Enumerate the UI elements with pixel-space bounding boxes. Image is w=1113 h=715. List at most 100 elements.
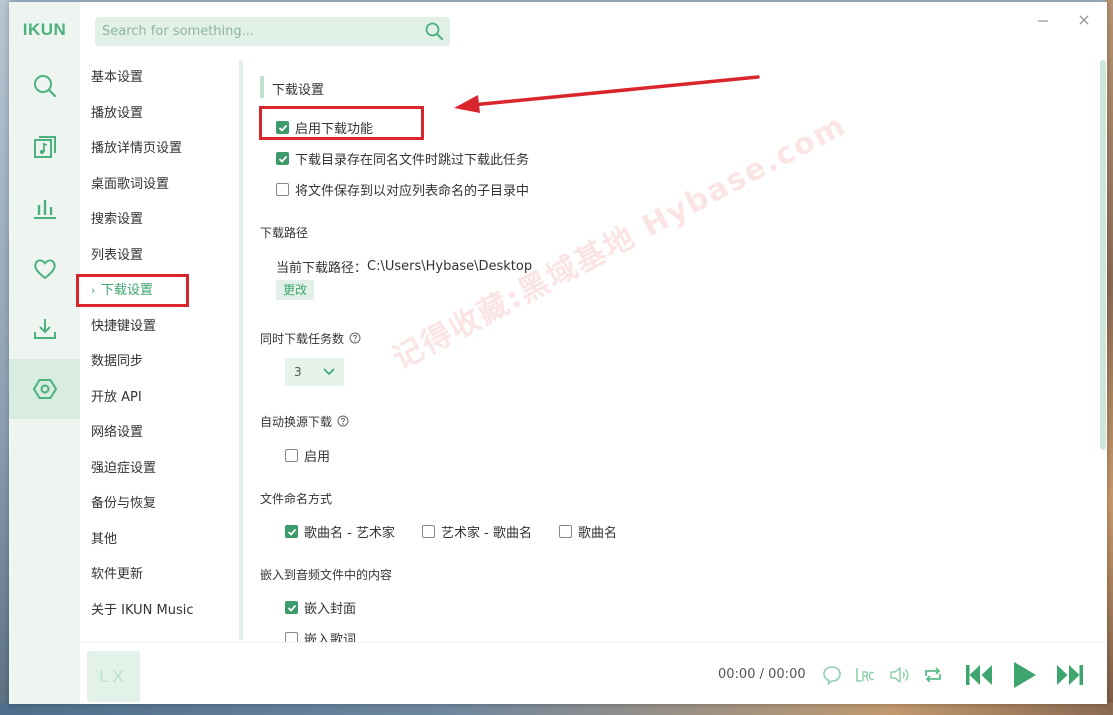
nav-item-desktop-lyrics[interactable]: 桌面歌词设置	[80, 170, 240, 200]
naming-option-song[interactable]: 歌曲名	[559, 522, 617, 541]
section-accent-bar	[260, 76, 264, 98]
nav-item-play-detail[interactable]: 播放详情页设置	[80, 134, 240, 164]
next-button[interactable]	[1055, 661, 1085, 689]
settings-content: 下载设置 启用下载功能 下载目录存在同名文件时跳过下载此任务 将文件保存到以对应…	[254, 60, 1099, 642]
section-title: 下载设置	[272, 83, 325, 98]
nav-item-sync[interactable]: 数据同步	[80, 347, 240, 377]
play-button[interactable]	[1009, 659, 1039, 691]
close-button[interactable]	[1076, 12, 1092, 28]
checkbox-label: 启用	[304, 450, 331, 465]
nav-item-backup[interactable]: 备份与恢复	[80, 489, 240, 519]
nav-item-search[interactable]: 搜索设置	[80, 205, 240, 235]
nav-scrollbar[interactable]	[239, 60, 243, 640]
app-logo: IKUN	[22, 20, 67, 39]
music-library-icon	[33, 136, 56, 158]
repeat-icon	[925, 667, 941, 683]
highlight-nav-download	[76, 274, 189, 307]
close-icon	[1079, 15, 1089, 25]
volume-button[interactable]	[888, 664, 910, 686]
concurrent-tasks-label: 同时下载任务数	[260, 332, 345, 346]
checkbox-unchecked	[276, 183, 289, 196]
player-bar: LX 00:00 / 00:00	[9, 642, 1107, 704]
current-path: 当前下载路径： C:\Users\Hybase\Desktop	[276, 257, 532, 276]
embed-title: 嵌入到音频文件中的内容	[260, 568, 393, 582]
total-time: 00:00	[768, 667, 806, 682]
lyrics-icon	[856, 668, 875, 682]
settings-icon	[32, 379, 57, 399]
nav-item-ocd[interactable]: 强迫症设置	[80, 454, 240, 484]
checkbox-unchecked	[422, 525, 435, 538]
skip-previous-icon	[966, 665, 992, 685]
nav-item-open-api[interactable]: 开放 API	[80, 383, 240, 413]
checkbox-unchecked	[559, 525, 572, 538]
icon-rail: IKUN	[9, 2, 80, 704]
previous-button[interactable]	[964, 661, 994, 689]
checkbox-unchecked	[285, 449, 298, 462]
help-icon[interactable]	[349, 332, 361, 344]
rail-favorites-button[interactable]	[9, 239, 80, 299]
nav-item-list[interactable]: 列表设置	[80, 241, 240, 271]
current-time: 00:00	[718, 667, 756, 682]
search-input[interactable]	[95, 17, 415, 46]
comment-button[interactable]	[821, 664, 843, 686]
download-path-title: 下载路径	[260, 226, 309, 240]
nav-item-network[interactable]: 网络设置	[80, 418, 240, 448]
checkbox-checked	[285, 525, 298, 538]
nav-item-other[interactable]: 其他	[80, 525, 240, 555]
skip-next-icon	[1057, 665, 1083, 685]
nav-item-update[interactable]: 软件更新	[80, 560, 240, 590]
minimize-button[interactable]	[1035, 12, 1051, 28]
nav-item-about[interactable]: 关于 IKUN Music	[80, 596, 240, 626]
rail-download-button[interactable]	[9, 299, 80, 359]
rail-library-button[interactable]	[9, 117, 80, 177]
embed-lyrics-checkbox[interactable]: 嵌入歌词	[285, 629, 356, 642]
rail-leaderboard-button[interactable]	[9, 178, 80, 238]
heart-icon	[33, 259, 56, 279]
minimize-icon	[1038, 20, 1048, 22]
select-value: 3	[294, 365, 302, 379]
skip-existing-checkbox[interactable]: 下载目录存在同名文件时跳过下载此任务	[276, 149, 529, 168]
concurrent-tasks-select[interactable]: 3	[285, 358, 344, 386]
auto-switch-checkbox[interactable]: 启用	[285, 446, 330, 465]
chevron-down-icon	[323, 368, 335, 376]
checkbox-checked	[285, 601, 298, 614]
time-separator: /	[759, 667, 764, 682]
search-icon	[33, 75, 56, 98]
annotation-arrow-icon	[454, 75, 760, 113]
nav-item-playback[interactable]: 播放设置	[80, 99, 240, 129]
checkbox-label: 歌曲名	[578, 526, 618, 541]
settings-nav: 基本设置 播放设置 播放详情页设置 桌面歌词设置 搜索设置 列表设置 › 下载设置…	[80, 59, 240, 641]
embed-cover-checkbox[interactable]: 嵌入封面	[285, 598, 356, 617]
current-path-label: 当前下载路径：	[276, 261, 368, 276]
search-icon[interactable]	[424, 21, 444, 41]
current-path-value: C:\Users\Hybase\Desktop	[367, 259, 533, 274]
rail-search-button[interactable]	[9, 56, 80, 116]
auto-switch-title: 自动换源下载	[260, 413, 349, 430]
concurrent-tasks-title: 同时下载任务数	[260, 330, 361, 347]
comment-icon	[823, 666, 841, 686]
repeat-button[interactable]	[922, 664, 944, 686]
search-box	[95, 17, 450, 46]
checkbox-label: 嵌入歌词	[304, 633, 357, 642]
volume-icon	[890, 667, 909, 683]
naming-option-song-artist[interactable]: 歌曲名 - 艺术家	[285, 522, 395, 541]
rail-settings-button[interactable]	[9, 359, 80, 419]
save-subdir-checkbox[interactable]: 将文件保存到以对应列表命名的子目录中	[276, 180, 529, 199]
nav-item-hotkeys[interactable]: 快捷键设置	[80, 312, 240, 342]
checkbox-label: 歌曲名 - 艺术家	[304, 526, 395, 541]
checkbox-label: 下载目录存在同名文件时跳过下载此任务	[295, 153, 530, 168]
naming-title: 文件命名方式	[260, 492, 333, 506]
help-icon[interactable]	[337, 415, 349, 427]
lyrics-button[interactable]	[854, 664, 876, 686]
checkbox-label: 嵌入封面	[304, 602, 357, 617]
change-path-button[interactable]: 更改	[276, 280, 315, 300]
play-icon	[1014, 662, 1036, 688]
naming-option-artist-song[interactable]: 艺术家 - 歌曲名	[422, 522, 532, 541]
checkbox-checked	[276, 152, 289, 165]
album-cover[interactable]: LX	[87, 651, 140, 702]
content-scrollbar[interactable]	[1100, 60, 1106, 450]
nav-item-basic[interactable]: 基本设置	[80, 63, 240, 93]
auto-switch-label: 自动换源下载	[260, 415, 333, 429]
checkbox-unchecked	[285, 632, 298, 642]
player-rail-bg	[9, 643, 80, 704]
